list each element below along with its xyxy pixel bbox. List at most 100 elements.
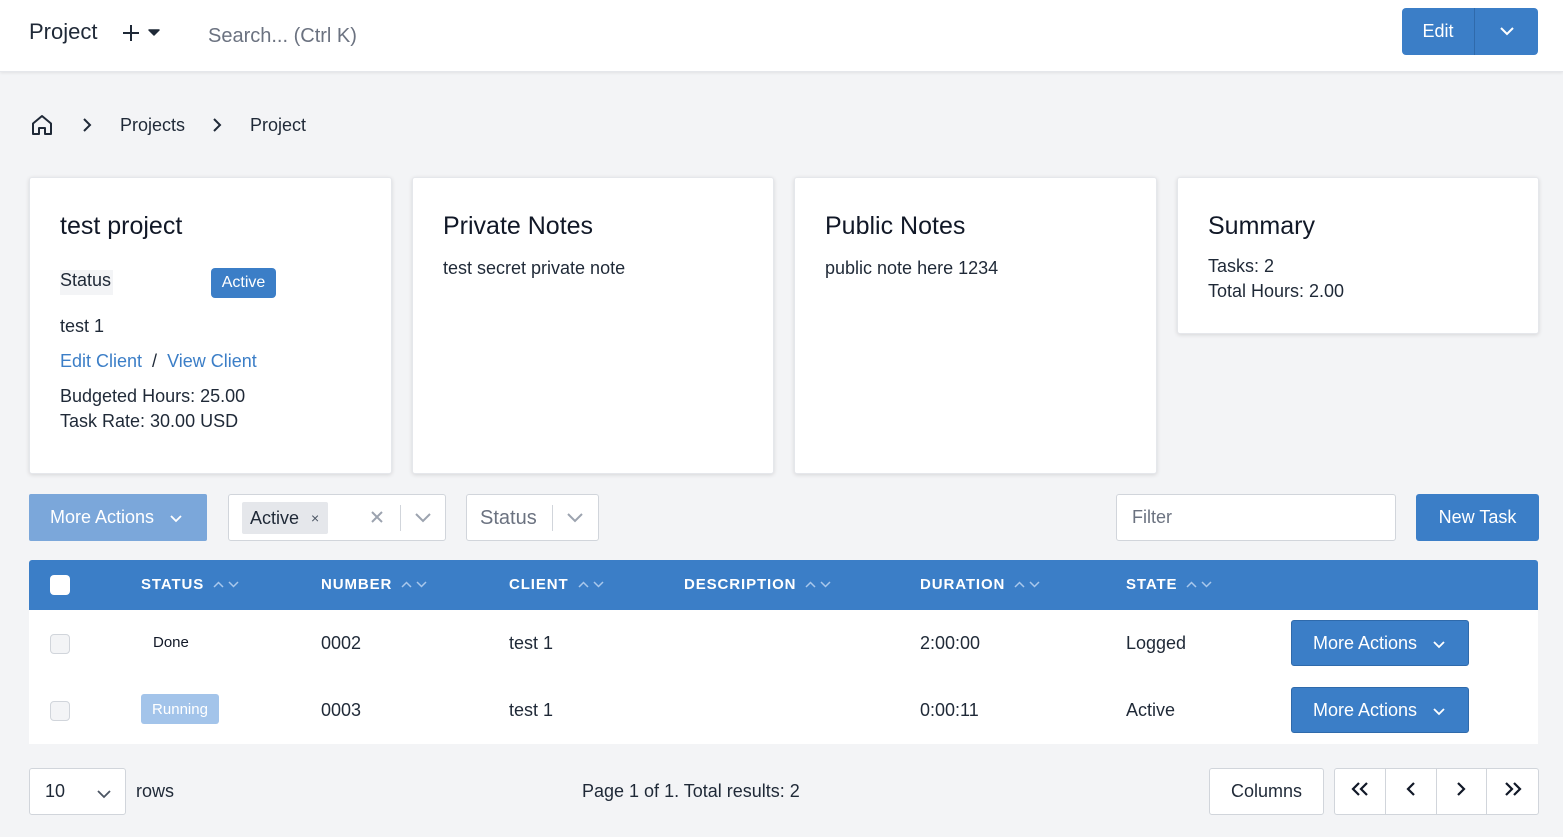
row-more-actions-button[interactable]: More Actions	[1291, 687, 1469, 733]
table-header: STATUS NUMBER CLIENT DESCRIPTION DURATIO…	[29, 560, 1538, 610]
status-select[interactable]: Status	[466, 494, 599, 541]
client-link[interactable]: test 1	[509, 633, 553, 654]
task-number-link[interactable]: 0003	[321, 700, 361, 721]
client-name: test 1	[60, 316, 105, 336]
client-links: Edit Client / View Client	[60, 351, 257, 372]
column-header-duration[interactable]: DURATION	[920, 576, 1040, 593]
columns-button[interactable]: Columns	[1209, 768, 1324, 815]
more-actions-label: More Actions	[1313, 632, 1418, 653]
more-actions-label: More Actions	[1313, 699, 1418, 720]
table-row: Running 0003 test 1 0:00:11 Active More …	[29, 677, 1538, 744]
plus-icon	[122, 24, 140, 42]
column-header-client[interactable]: CLIENT	[509, 576, 604, 593]
clear-icon[interactable]	[367, 506, 387, 528]
sort-icon	[805, 581, 831, 588]
chevron-down-icon[interactable]	[565, 508, 585, 528]
status-label: Status	[60, 270, 114, 295]
chevron-down-icon	[1433, 700, 1445, 721]
select-all-checkbox[interactable]	[50, 575, 70, 595]
chevron-down-icon	[97, 783, 111, 804]
filter-chip-label: Active	[250, 507, 300, 528]
page-title: Project	[29, 19, 98, 44]
column-header-label: CLIENT	[509, 576, 569, 593]
home-icon[interactable]	[29, 112, 55, 138]
next-page-button[interactable]	[1437, 769, 1488, 814]
state-cell: Logged	[1126, 633, 1187, 653]
rows-per-page-value: 10	[45, 781, 66, 801]
rows-per-page-select[interactable]: 10	[29, 768, 126, 815]
private-notes-card: Private Notes test secret private note	[412, 177, 774, 474]
breadcrumb-projects[interactable]: Projects	[120, 115, 185, 136]
previous-page-button[interactable]	[1386, 769, 1437, 814]
budgeted-hours: Budgeted Hours: 25.00	[60, 386, 246, 406]
view-client-link[interactable]: View Client	[167, 351, 257, 372]
column-header-description[interactable]: DESCRIPTION	[684, 576, 831, 593]
filter-input[interactable]	[1116, 494, 1396, 541]
summary-title: Summary	[1208, 212, 1315, 240]
double-chevron-right-icon	[1503, 781, 1523, 802]
private-notes-text: test secret private note	[443, 258, 626, 278]
caret-down-icon	[148, 29, 160, 37]
double-chevron-left-icon	[1350, 781, 1370, 802]
edit-dropdown-button[interactable]	[1475, 8, 1538, 55]
row-more-actions-button[interactable]: More Actions	[1291, 620, 1469, 666]
table-row: Done 0002 test 1 2:00:00 Logged More Act…	[29, 610, 1538, 677]
pagination-info: Page 1 of 1. Total results: 2	[582, 781, 800, 801]
chevron-down-icon	[170, 507, 182, 528]
more-actions-label: More Actions	[50, 507, 155, 527]
last-page-button[interactable]	[1487, 769, 1538, 814]
chevron-down-icon	[1499, 23, 1514, 41]
chevron-down-icon[interactable]	[413, 508, 433, 528]
sort-icon	[1014, 581, 1040, 588]
row-checkbox[interactable]	[50, 701, 70, 721]
top-bar: Project Edit	[0, 0, 1563, 72]
public-notes-card: Public Notes public note here 1234	[794, 177, 1157, 474]
total-hours: Total Hours: 2.00	[1208, 281, 1345, 301]
new-task-button[interactable]: New Task	[1416, 494, 1539, 541]
project-details-card: test project Status Active test 1 Edit C…	[29, 177, 392, 474]
status-running-badge: Running	[141, 694, 219, 724]
chevron-right-icon	[207, 117, 227, 133]
chevron-right-icon	[1455, 781, 1467, 802]
pagination-controls	[1334, 768, 1539, 815]
summary-card: Summary Tasks: 2 Total Hours: 2.00	[1177, 177, 1539, 334]
tasks-count: Tasks: 2	[1208, 256, 1275, 276]
duration-cell: 0:00:11	[920, 700, 979, 720]
edit-client-link[interactable]: Edit Client	[60, 351, 142, 372]
table-body: Done 0002 test 1 2:00:00 Logged More Act…	[29, 610, 1538, 744]
chevron-right-icon	[77, 117, 97, 133]
client-link[interactable]: test 1	[509, 700, 553, 721]
public-notes-text: public note here 1234	[825, 258, 999, 278]
column-header-number[interactable]: NUMBER	[321, 576, 427, 593]
row-checkbox[interactable]	[50, 634, 70, 654]
column-header-label: NUMBER	[321, 576, 393, 593]
column-header-label: STATUS	[141, 576, 205, 593]
edit-button-group: Edit	[1402, 8, 1538, 55]
chip-remove-icon[interactable]: ×	[311, 510, 319, 526]
sort-icon	[401, 581, 427, 588]
divider	[552, 505, 553, 531]
bulk-more-actions-button[interactable]: More Actions	[29, 494, 207, 541]
create-menu-button[interactable]	[122, 18, 170, 48]
status-done-label: Done	[153, 634, 189, 651]
divider	[400, 505, 401, 531]
status-select-placeholder: Status	[480, 507, 537, 529]
link-separator: /	[152, 351, 158, 371]
edit-button[interactable]: Edit	[1402, 8, 1475, 55]
column-header-state[interactable]: STATE	[1126, 576, 1212, 593]
column-header-label: DESCRIPTION	[684, 576, 797, 593]
state-cell: Active	[1126, 700, 1176, 720]
sort-icon	[1186, 581, 1212, 588]
status-filter-select[interactable]: Active ×	[228, 494, 446, 541]
search-input[interactable]	[196, 16, 556, 56]
column-header-label: DURATION	[920, 576, 1006, 593]
rows-label: rows	[136, 781, 175, 801]
duration-cell: 2:00:00	[920, 633, 981, 653]
status-badge: Active	[211, 268, 276, 298]
breadcrumb: Projects Project	[29, 110, 306, 140]
first-page-button[interactable]	[1335, 769, 1386, 814]
task-rate: Task Rate: 30.00 USD	[60, 411, 239, 431]
project-name: test project	[60, 212, 183, 240]
task-number-link[interactable]: 0002	[321, 633, 361, 654]
column-header-status[interactable]: STATUS	[141, 576, 239, 593]
